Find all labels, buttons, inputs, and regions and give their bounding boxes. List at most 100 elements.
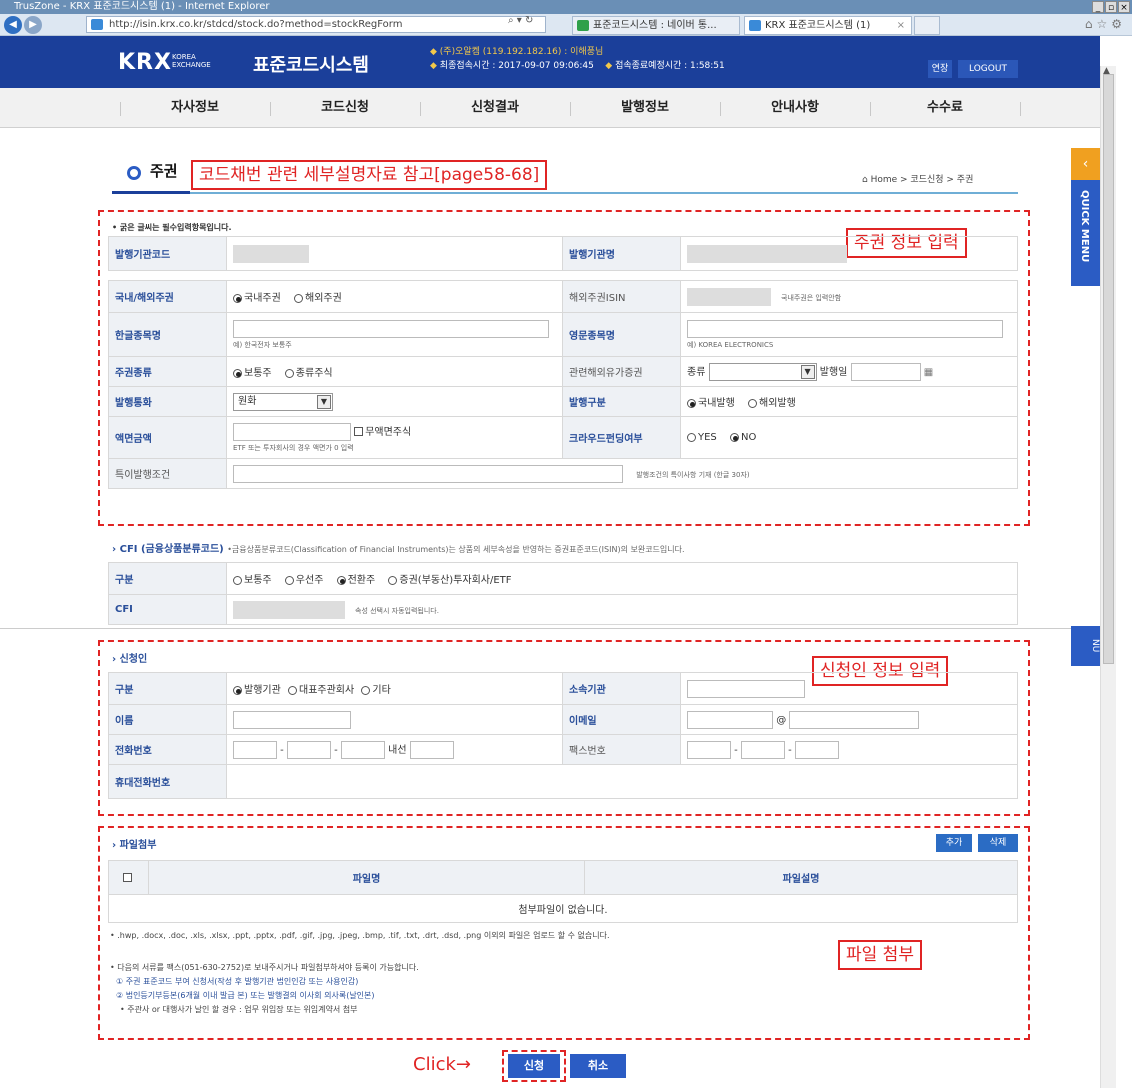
- cfi-common-radio[interactable]: 보통주: [233, 575, 272, 586]
- cfi-reit-radio[interactable]: 증권(부동산)투자회사/ETF: [388, 575, 512, 586]
- currency-value: 원화: [238, 395, 257, 407]
- par-value-input[interactable]: [233, 422, 351, 441]
- fax-notice: • 다음의 서류를 팩스(051-630-2752)로 보내주시거나 파일첨부하…: [110, 963, 419, 972]
- foreign-issue-radio[interactable]: 해외발행: [748, 398, 796, 409]
- email-user-input[interactable]: [687, 710, 773, 729]
- domestic-issue-radio[interactable]: 국내발행: [687, 398, 735, 409]
- fax-1-input[interactable]: [687, 740, 731, 759]
- logo-subtext: KOREA EXCHANGE: [172, 53, 211, 69]
- naver-icon: [577, 20, 589, 31]
- calendar-icon[interactable]: ▦: [924, 367, 933, 378]
- new-tab-button[interactable]: [914, 16, 940, 35]
- no-par-checkbox[interactable]: 무액면주식: [354, 427, 411, 438]
- extend-button[interactable]: 연장: [928, 60, 952, 78]
- crowdfunding-yes-radio[interactable]: YES: [687, 432, 717, 443]
- crowdfunding-no-radio[interactable]: NO: [729, 432, 756, 443]
- file-section-title: › 파일첨부: [112, 840, 157, 851]
- special-hint: 발행조건의 특이사항 기재 (한글 30자): [636, 470, 750, 479]
- issue-date-input[interactable]: [850, 362, 921, 381]
- browser-tab-krx[interactable]: KRX 표준코드시스템 (1) ×: [744, 16, 912, 35]
- nav-divider: [1020, 102, 1021, 116]
- quick-menu-fragment[interactable]: NU: [1071, 626, 1100, 666]
- radio-label: 발행기관: [244, 685, 281, 696]
- phone-1-input[interactable]: [233, 740, 277, 759]
- name-input[interactable]: [233, 710, 351, 729]
- kor-name-hint: 예) 한국전자 보통주: [233, 340, 292, 349]
- close-tab-icon[interactable]: ×: [897, 17, 905, 34]
- applicant-issuer-radio[interactable]: 발행기관: [233, 685, 281, 696]
- chevron-left-icon[interactable]: ‹: [1071, 148, 1100, 180]
- close-window-button[interactable]: ×: [1118, 1, 1130, 13]
- fax-3-input[interactable]: [794, 740, 839, 759]
- back-button[interactable]: ◀: [4, 16, 22, 34]
- url-field[interactable]: http://isin.krx.co.kr/stdcd/stock.do?met…: [86, 16, 546, 33]
- favicon-icon: [91, 19, 103, 30]
- ext-label: 내선: [388, 744, 407, 756]
- nav-apply-result[interactable]: 신청결과: [420, 88, 570, 128]
- cfi-preferred-radio[interactable]: 우선주: [284, 575, 323, 586]
- cancel-button[interactable]: 취소: [570, 1054, 626, 1078]
- add-file-button[interactable]: 추가: [936, 834, 972, 852]
- browser-tab-naver[interactable]: 표준코드시스템 : 네이버 통...: [572, 16, 740, 35]
- minimize-button[interactable]: _: [1092, 1, 1104, 13]
- forward-button[interactable]: ▶: [24, 16, 42, 34]
- browser-icons[interactable]: ⌂☆⚙: [1085, 17, 1126, 31]
- nav-code-apply[interactable]: 코드신청: [270, 88, 420, 128]
- class-radio[interactable]: 종류주식: [284, 368, 333, 379]
- ext-input[interactable]: [409, 740, 454, 759]
- nav-fee[interactable]: 수수료: [870, 88, 1020, 128]
- maximize-button[interactable]: ▫: [1105, 1, 1117, 13]
- file-attach-callout: 파일 첨부: [838, 940, 922, 970]
- tab-label: 표준코드시스템 : 네이버 통...: [593, 20, 717, 31]
- applicant-underwriter-radio[interactable]: 대표주관회사: [288, 685, 354, 696]
- applicant-table: 구분 발행기관 대표주관회사 기타 소속기관 이름 이메일 @ 전화번호 - -…: [108, 672, 1018, 799]
- nav-issue-info[interactable]: 발행정보: [570, 88, 720, 128]
- currency-select[interactable]: 원화 ▼: [233, 392, 333, 411]
- nav-notice[interactable]: 안내사항: [720, 88, 870, 128]
- radio-label: 전환주: [347, 575, 376, 586]
- required-note: • 굵은 글씨는 필수입력항목입니다.: [112, 223, 232, 232]
- foreign-radio[interactable]: 해외주권: [294, 293, 342, 304]
- kor-name-label: 한글종목명: [108, 312, 227, 357]
- email-domain-input[interactable]: [789, 710, 920, 729]
- cfi-table: 구분 보통주 우선주 전환주 증권(부동산)투자회사/ETF CFI 속성 선택…: [108, 562, 1018, 625]
- required-doc-1: ① 주권 표준코드 부여 신청서(작성 후 발행기관 법인인감 또는 사용인감): [116, 977, 359, 986]
- session-info: ◆ (주)오알켐 (119.192.182.16) : 이해풍님 ◆ 최종접속시…: [430, 47, 725, 71]
- par-value-label: 액면금액: [108, 416, 227, 459]
- delete-file-button[interactable]: 삭제: [978, 834, 1018, 852]
- url-controls[interactable]: ⌕ ▾ ↻: [508, 15, 533, 26]
- common-radio[interactable]: 보통주: [233, 368, 272, 379]
- radio-label: 보통주: [244, 368, 272, 379]
- eng-name-label: 영문종목명: [562, 312, 681, 357]
- eng-name-input[interactable]: [687, 319, 1003, 338]
- domestic-radio[interactable]: 국내주권: [233, 293, 281, 304]
- col-file-name: 파일명: [148, 860, 585, 895]
- kor-name-input[interactable]: [233, 319, 549, 338]
- nav-company-info[interactable]: 자사정보: [120, 88, 270, 128]
- scrollbar-thumb[interactable]: [1103, 74, 1114, 664]
- select-all-checkbox[interactable]: [108, 860, 149, 895]
- applicant-other-radio[interactable]: 기타: [361, 685, 391, 696]
- applicant-category-label: 구분: [108, 672, 227, 705]
- submit-button[interactable]: 신청: [508, 1054, 560, 1078]
- fax-label: 팩스번호: [562, 734, 681, 765]
- main-nav: 자사정보 코드신청 신청결과 발행정보 안내사항 수수료: [0, 88, 1100, 128]
- special-input[interactable]: [233, 464, 623, 483]
- quick-menu-label: QUICK MENU: [1079, 190, 1090, 263]
- page-scrollbar[interactable]: ▲: [1100, 66, 1116, 1088]
- stock-type-label: 주권종류: [108, 356, 227, 387]
- foreign-isin-label: 해외주권ISIN: [562, 280, 681, 313]
- phone-2-input[interactable]: [286, 740, 331, 759]
- phone-3-input[interactable]: [340, 740, 385, 759]
- krx-logo[interactable]: KRX: [118, 50, 172, 75]
- breadcrumb[interactable]: ⌂ Home > 코드신청 > 주권: [862, 172, 973, 185]
- logout-button[interactable]: LOGOUT: [958, 60, 1018, 78]
- issuer-table: 발행기관코드 발행기관명: [108, 236, 1018, 271]
- quick-menu[interactable]: ‹ QUICK MENU: [1071, 148, 1100, 286]
- radio-label: YES: [698, 432, 717, 443]
- cfi-convertible-radio[interactable]: 전환주: [336, 575, 376, 586]
- kind-select[interactable]: ▼: [708, 362, 817, 381]
- fax-2-input[interactable]: [740, 740, 785, 759]
- affiliation-input[interactable]: [687, 679, 805, 698]
- radio-label: 대표주관회사: [299, 685, 355, 696]
